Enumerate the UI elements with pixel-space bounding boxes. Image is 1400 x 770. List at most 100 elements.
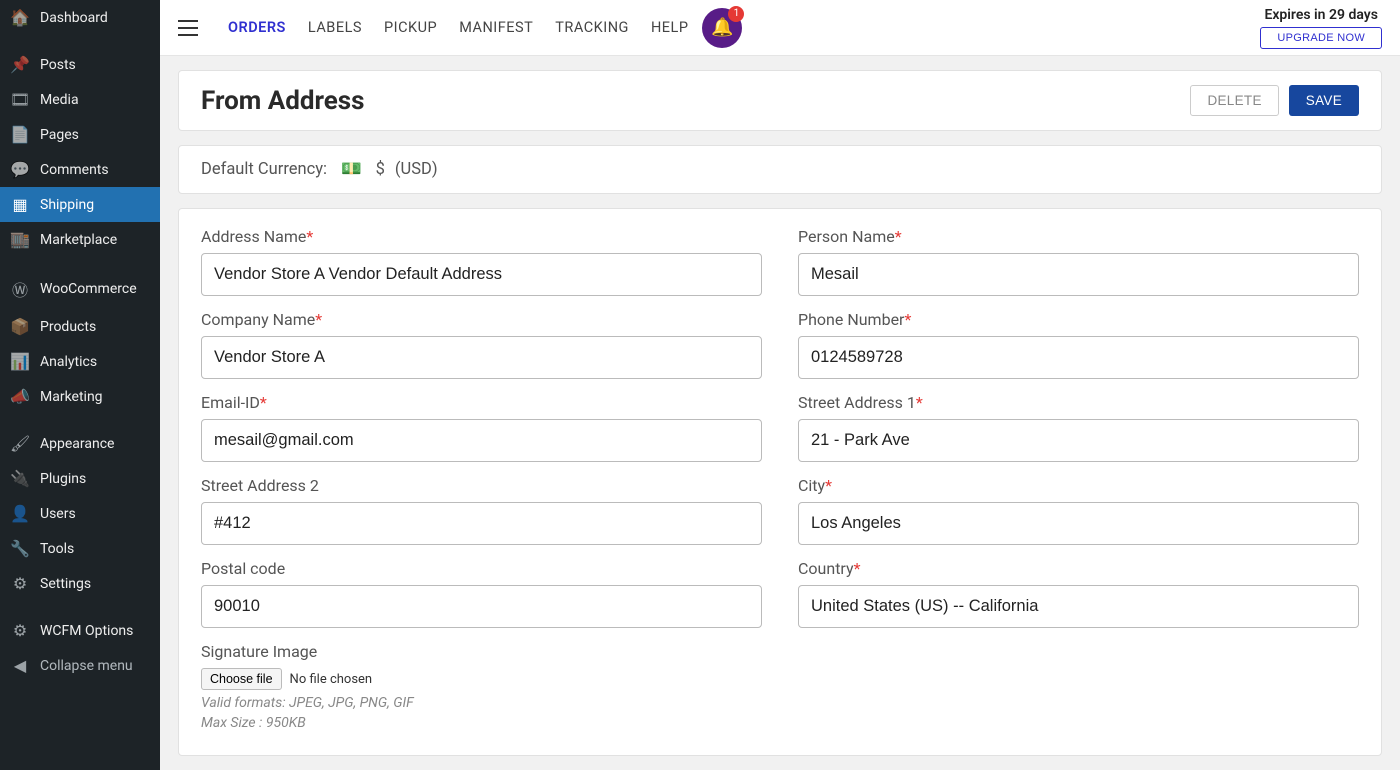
sidebar-item-label: WooCommerce	[40, 281, 137, 297]
input-city[interactable]	[798, 502, 1359, 545]
wcfm-icon: ⚙	[10, 621, 30, 640]
label-street1: Street Address 1*	[798, 393, 1359, 412]
field-company-name: Company Name*	[201, 310, 762, 379]
collapse-icon: ◀	[10, 656, 30, 675]
upgrade-button[interactable]: UPGRADE NOW	[1260, 27, 1382, 49]
sidebar-item-label: Tools	[40, 541, 74, 557]
sidebar-item-analytics[interactable]: 📊 Analytics	[0, 344, 160, 379]
sidebar-item-label: Media	[40, 92, 79, 108]
delete-button[interactable]: DELETE	[1190, 85, 1278, 116]
currency-code: (USD)	[395, 160, 438, 179]
field-address-name: Address Name*	[201, 227, 762, 296]
currency-symbol: $	[376, 160, 385, 179]
label-company-name: Company Name*	[201, 310, 762, 329]
plugins-icon: 🔌	[10, 469, 30, 488]
input-country[interactable]	[798, 585, 1359, 628]
tab-help[interactable]: HELP	[649, 13, 691, 42]
input-company-name[interactable]	[201, 336, 762, 379]
notifications-button[interactable]: 🔔 1	[702, 8, 742, 48]
input-street1[interactable]	[798, 419, 1359, 462]
comments-icon: 💬	[10, 160, 30, 179]
field-person-name: Person Name*	[798, 227, 1359, 296]
sidebar-item-posts[interactable]: 📌 Posts	[0, 47, 160, 82]
sidebar-item-wcfm-options[interactable]: ⚙ WCFM Options	[0, 613, 160, 648]
sidebar-item-label: Collapse menu	[40, 658, 133, 674]
pin-icon: 📌	[10, 55, 30, 74]
page-header-panel: From Address DELETE SAVE	[178, 70, 1382, 131]
analytics-icon: 📊	[10, 352, 30, 371]
sidebar-item-label: Marketing	[40, 389, 103, 405]
marketplace-icon: 🏬	[10, 230, 30, 249]
sidebar-item-label: Pages	[40, 127, 79, 143]
label-email: Email-ID*	[201, 393, 762, 412]
address-form: Address Name* Person Name* Company Name*…	[178, 208, 1382, 756]
sidebar-item-media[interactable]: 🎞 Media	[0, 82, 160, 117]
field-postal: Postal code	[201, 559, 762, 628]
tab-pickup[interactable]: PICKUP	[382, 13, 439, 42]
no-file-label: No file chosen	[290, 672, 373, 687]
users-icon: 👤	[10, 504, 30, 523]
main-area: ORDERS LABELS PICKUP MANIFEST TRACKING HELP 🔔…	[160, 0, 1400, 770]
content: From Address DELETE SAVE Default Currenc…	[160, 56, 1400, 770]
input-person-name[interactable]	[798, 253, 1359, 296]
sidebar-item-tools[interactable]: 🔧Tools	[0, 531, 160, 566]
sidebar-item-marketplace[interactable]: 🏬 Marketplace	[0, 222, 160, 257]
field-city: City*	[798, 476, 1359, 545]
tab-tracking[interactable]: TRACKING	[553, 13, 631, 42]
sidebar-item-label: WCFM Options	[40, 623, 133, 639]
tab-orders[interactable]: ORDERS	[226, 13, 288, 42]
field-signature: Signature Image Choose file No file chos…	[201, 642, 762, 733]
choose-file-button[interactable]: Choose file	[201, 668, 282, 690]
hamburger-icon[interactable]	[178, 20, 198, 36]
tab-manifest[interactable]: MANIFEST	[457, 13, 535, 42]
sidebar-item-products[interactable]: 📦Products	[0, 309, 160, 344]
sidebar-item-collapse-menu[interactable]: ◀ Collapse menu	[0, 648, 160, 683]
shipping-icon: ▦	[10, 195, 30, 214]
pages-icon: 📄	[10, 125, 30, 144]
sidebar-item-label: Marketplace	[40, 232, 117, 248]
sidebar-item-label: Products	[40, 319, 96, 335]
field-street1: Street Address 1*	[798, 393, 1359, 462]
input-postal[interactable]	[201, 585, 762, 628]
save-button[interactable]: SAVE	[1289, 85, 1359, 116]
sidebar-item-marketing[interactable]: 📣Marketing	[0, 379, 160, 414]
expires-label: Expires in 29 days	[1260, 7, 1382, 23]
field-country: Country*	[798, 559, 1359, 628]
admin-sidebar: 🏠 Dashboard 📌 Posts 🎞 Media 📄 Pages 💬Comments▦Sh…	[0, 0, 160, 770]
appearance-icon: 🖌	[10, 434, 30, 453]
sidebar-item-appearance[interactable]: 🖌Appearance	[0, 426, 160, 461]
label-street2: Street Address 2	[201, 476, 762, 495]
field-street2: Street Address 2	[201, 476, 762, 545]
sidebar-item-label: Settings	[40, 576, 91, 592]
signature-hint-size: Max Size : 950KB	[201, 714, 762, 734]
top-tabs: ORDERS LABELS PICKUP MANIFEST TRACKING HELP	[226, 13, 690, 42]
sidebar-item-comments[interactable]: 💬Comments	[0, 152, 160, 187]
currency-label: Default Currency:	[201, 160, 327, 179]
page-title: From Address	[201, 86, 365, 116]
sidebar-item-pages[interactable]: 📄 Pages	[0, 117, 160, 152]
label-country: Country*	[798, 559, 1359, 578]
sidebar-item-settings[interactable]: ⚙Settings	[0, 566, 160, 601]
sidebar-item-shipping[interactable]: ▦Shipping	[0, 187, 160, 222]
sidebar-item-woocommerce[interactable]: ⓌWooCommerce	[0, 269, 160, 309]
media-icon: 🎞	[10, 90, 30, 109]
sidebar-item-plugins[interactable]: 🔌Plugins	[0, 461, 160, 496]
sidebar-item-dashboard[interactable]: 🏠 Dashboard	[0, 0, 160, 35]
sidebar-item-label: Analytics	[40, 354, 97, 370]
dashboard-icon: 🏠	[10, 8, 30, 27]
input-phone[interactable]	[798, 336, 1359, 379]
label-signature: Signature Image	[201, 642, 762, 661]
input-email[interactable]	[201, 419, 762, 462]
sidebar-item-label: Posts	[40, 57, 76, 73]
topbar: ORDERS LABELS PICKUP MANIFEST TRACKING HELP 🔔…	[160, 0, 1400, 56]
tab-labels[interactable]: LABELS	[306, 13, 364, 42]
input-address-name[interactable]	[201, 253, 762, 296]
label-city: City*	[798, 476, 1359, 495]
sidebar-item-users[interactable]: 👤 Users	[0, 496, 160, 531]
input-street2[interactable]	[201, 502, 762, 545]
sidebar-item-label: Dashboard	[40, 10, 108, 26]
label-address-name: Address Name*	[201, 227, 762, 246]
label-postal: Postal code	[201, 559, 762, 578]
signature-hint-formats: Valid formats: JPEG, JPG, PNG, GIF	[201, 694, 762, 714]
sidebar-item-label: Users	[40, 506, 76, 522]
